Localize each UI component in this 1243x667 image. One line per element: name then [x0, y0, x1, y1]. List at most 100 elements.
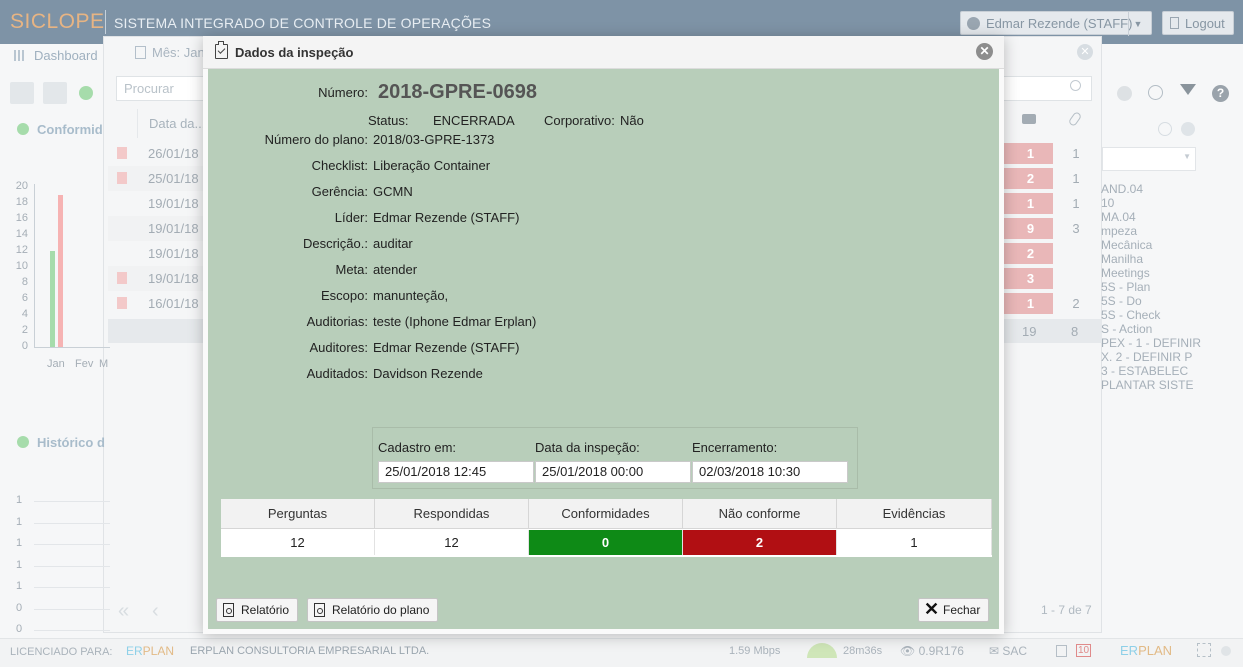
encerramento-label: Encerramento: [692, 440, 778, 455]
user-menu-button[interactable]: Edmar Rezende (STAFF) ▼ [960, 11, 1152, 36]
search-icon[interactable] [1070, 80, 1081, 91]
help-icon[interactable]: ? [1212, 85, 1229, 102]
company-name: ERPLAN CONSULTORIA EMPRESARIAL LTDA. [190, 645, 430, 657]
field-label: Auditorias: [306, 314, 368, 329]
stats-value: 0 [529, 530, 683, 555]
pdf-icon[interactable] [117, 172, 127, 184]
nav-first-button[interactable] [10, 82, 34, 104]
chart-y-tick: 6 [21, 292, 28, 304]
list-item: 3 - ESTABELEC [1101, 364, 1189, 378]
list-item: 10 [1101, 196, 1115, 210]
logout-label: Logout [1185, 16, 1225, 31]
table-row[interactable]: 19/01/18 [108, 191, 210, 216]
erplan-logo: ERPLAN [126, 644, 174, 658]
column-header-date[interactable]: Data da... [137, 109, 210, 138]
total-badge: 19 [1022, 324, 1037, 339]
logo-divider [105, 10, 106, 34]
logout-button[interactable]: Logout [1162, 11, 1234, 35]
chevron-down-icon: ▼ [1183, 152, 1191, 161]
chart-y-tick: 8 [21, 276, 28, 288]
historico-gridline [34, 587, 110, 588]
footer-bar: LICENCIADO PARA: ERPLAN ERPLAN CONSULTOR… [0, 638, 1243, 667]
relatorio-button[interactable]: Relatório [216, 598, 298, 622]
row-count: 1 [1072, 196, 1080, 211]
clear-icon[interactable] [1181, 122, 1195, 136]
row-date: 16/01/18 [148, 296, 199, 311]
table-row[interactable]: 19/01/18 [108, 216, 210, 241]
list-item: MA.04 [1101, 210, 1136, 224]
historico-gridline [34, 544, 110, 545]
status-value: ENCERRADA [433, 113, 515, 128]
table-row[interactable]: 26/01/18 [108, 141, 210, 166]
row-date: 19/01/18 [148, 246, 199, 261]
month-window-close-icon[interactable]: ✕ [1077, 44, 1093, 60]
refresh-icon[interactable] [1148, 85, 1163, 100]
list-item: 5S - Check [1101, 308, 1161, 322]
modal-body: Número: 2018-GPRE-0698 Status: ENCERRADA… [208, 69, 999, 629]
field-label: Checklist: [311, 158, 368, 173]
field-label: Auditores: [309, 340, 368, 355]
total-count: 8 [1071, 324, 1079, 339]
chart-x-label: Jan [47, 358, 65, 370]
fullscreen-icon[interactable] [1197, 643, 1211, 657]
table-row[interactable]: 19/01/18 [108, 266, 210, 291]
table-row[interactable]: 19/01/18 [108, 241, 210, 266]
conformidade-text: Conformid [37, 122, 103, 137]
pager-prev-icon[interactable]: ‹ [152, 600, 159, 623]
sac-link[interactable]: ✉ SAC [989, 644, 1027, 658]
historico-gridline [34, 501, 110, 502]
cadastro-field[interactable]: 25/01/2018 12:45 [378, 461, 534, 483]
relatorio-plano-button[interactable]: Relatório do plano [307, 598, 438, 622]
pdf-icon[interactable] [117, 147, 127, 159]
user-icon [967, 17, 980, 30]
fechar-button[interactable]: ✕ Fechar [918, 598, 989, 622]
status-dot-icon [17, 436, 29, 448]
chevron-down-icon: ▼ [1128, 12, 1147, 36]
row-count: 1 [1072, 146, 1080, 161]
calendar-badge[interactable]: 10 [1076, 644, 1092, 657]
status-dot-icon [17, 123, 29, 135]
historico-y-tick: 1 [16, 494, 23, 506]
chart-x-axis [34, 347, 110, 348]
historico-y-tick: 1 [16, 558, 23, 571]
list-item: mpeza [1101, 224, 1138, 238]
connection-speed: 1.59 Mbps [729, 645, 781, 657]
historico-y-tick: 1 [16, 580, 23, 592]
filter-select[interactable]: ▼ [1102, 147, 1196, 171]
historico-section-label: Histórico d [17, 435, 105, 450]
gauge-icon [807, 643, 837, 658]
chart-y-tick: 12 [15, 244, 28, 256]
encerramento-field[interactable]: 02/03/2018 10:30 [692, 461, 848, 483]
table-row[interactable]: 16/01/18 [108, 291, 210, 316]
sac-label: SAC [1002, 644, 1028, 658]
pager-info: 1 - 7 de 7 [1041, 603, 1092, 617]
tab-dashboard[interactable]: Dashboard [14, 48, 98, 63]
status-circle-icon [1117, 86, 1132, 101]
field-value: Davidson Rezende [373, 366, 483, 381]
siclope-logo: SICLOPE [10, 10, 105, 33]
field-label: Gerência: [311, 184, 368, 199]
close-icon: ✕ [924, 599, 940, 619]
chart-bar[interactable] [58, 195, 63, 347]
inspecao-field[interactable]: 25/01/2018 00:00 [535, 461, 691, 483]
user-name: Edmar Rezende (STAFF) [986, 16, 1133, 31]
list-item: 5S - Do [1101, 294, 1142, 308]
field-value: atender [373, 262, 418, 277]
erplan-logo-b: PLAN [142, 644, 175, 658]
row-count: 3 [1072, 221, 1080, 236]
nav-prev-button[interactable] [43, 82, 67, 104]
close-icon[interactable]: ✕ [976, 43, 993, 60]
pdf-icon[interactable] [117, 297, 127, 309]
field-label: Número do plano: [264, 132, 368, 147]
chart-y-tick: 0 [21, 340, 28, 352]
calculator-icon[interactable] [1056, 645, 1067, 657]
stats-value: 1 [837, 530, 992, 555]
table-row[interactable]: 25/01/18 [108, 166, 210, 191]
stats-header: Respondidas [375, 499, 529, 529]
pager-first-icon[interactable]: « [118, 600, 129, 623]
refresh-icon[interactable] [1158, 122, 1172, 136]
filter-icon[interactable] [1180, 84, 1196, 95]
chart-bar[interactable] [50, 251, 55, 347]
pdf-icon[interactable] [117, 272, 127, 284]
erplan-logo: ERPLAN [1120, 643, 1172, 658]
